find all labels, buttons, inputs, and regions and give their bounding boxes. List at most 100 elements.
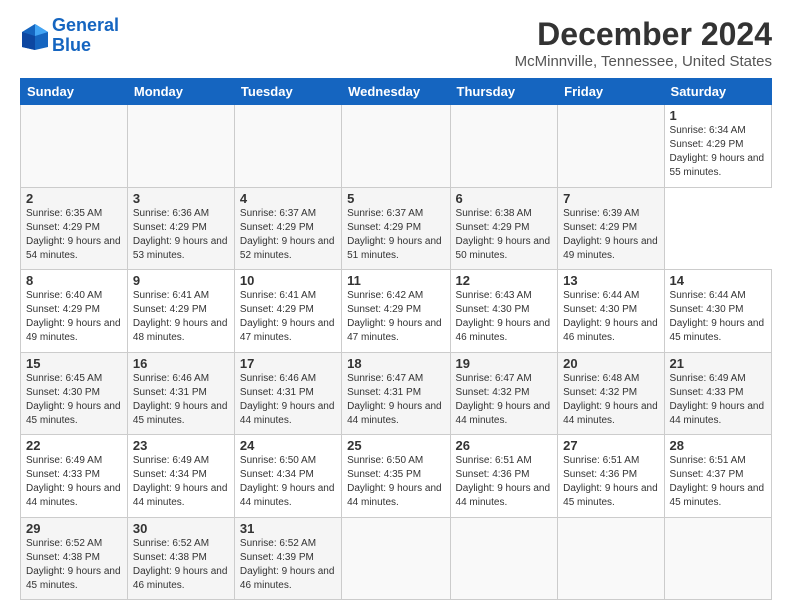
- header: General Blue December 2024 McMinnville, …: [20, 16, 772, 70]
- day-number: 31: [240, 521, 336, 536]
- calendar-cell: 5 Sunrise: 6:37 AMSunset: 4:29 PMDaylight…: [342, 187, 450, 270]
- logo-text: General Blue: [52, 16, 119, 56]
- calendar-week: 15Sunrise: 6:45 AMSunset: 4:30 PMDayligh…: [21, 352, 772, 435]
- day-info: Sunrise: 6:49 AMSunset: 4:33 PMDaylight:…: [670, 373, 765, 426]
- day-number: 8: [26, 273, 122, 288]
- calendar-cell: 6Sunrise: 6:38 AMSunset: 4:29 PMDaylight…: [450, 187, 558, 270]
- header-day: Monday: [127, 79, 234, 105]
- header-day: Sunday: [21, 79, 128, 105]
- logo-icon: [20, 22, 48, 50]
- calendar-cell: 10 Sunrise: 6:41 AMSunset: 4:29 PMDayligh…: [234, 270, 341, 353]
- calendar-cell: 16 Sunrise: 6:46 AMSunset: 4:31 PMDayligh…: [127, 352, 234, 435]
- day-number: 14: [670, 273, 766, 288]
- calendar-cell: 18Sunrise: 6:47 AMSunset: 4:31 PMDayligh…: [342, 352, 450, 435]
- day-number: 22: [26, 438, 122, 453]
- calendar-cell: 23Sunrise: 6:49 AMSunset: 4:34 PMDayligh…: [127, 435, 234, 518]
- calendar-cell: 20Sunrise: 6:48 AMSunset: 4:32 PMDayligh…: [558, 352, 664, 435]
- header-row: SundayMondayTuesdayWednesdayThursdayFrid…: [21, 79, 772, 105]
- header-day: Thursday: [450, 79, 558, 105]
- day-number: 12: [456, 273, 553, 288]
- day-info: Sunrise: 6:52 AMSunset: 4:39 PMDaylight:…: [240, 538, 335, 591]
- calendar-cell: 28 Sunrise: 6:51 AMSunset: 4:37 PMDayligh…: [664, 435, 771, 518]
- calendar-cell: 2 Sunrise: 6:35 AMSunset: 4:29 PMDaylight…: [21, 187, 128, 270]
- day-number: 27: [563, 438, 658, 453]
- day-info: Sunrise: 6:41 AMSunset: 4:29 PMDaylight:…: [133, 290, 228, 343]
- day-number: 24: [240, 438, 336, 453]
- day-number: 2: [26, 191, 122, 206]
- empty-cell: [21, 105, 128, 188]
- day-info: Sunrise: 6:44 AMSunset: 4:30 PMDaylight:…: [563, 290, 658, 343]
- subtitle: McMinnville, Tennessee, United States: [515, 53, 772, 70]
- day-info: Sunrise: 6:34 AMSunset: 4:29 PMDaylight:…: [670, 125, 765, 178]
- calendar-cell: 13 Sunrise: 6:44 AMSunset: 4:30 PMDayligh…: [558, 270, 664, 353]
- day-info: Sunrise: 6:41 AMSunset: 4:29 PMDaylight:…: [240, 290, 335, 343]
- logo-line2: Blue: [52, 35, 91, 55]
- day-number: 13: [563, 273, 658, 288]
- calendar-cell: 31 Sunrise: 6:52 AMSunset: 4:39 PMDayligh…: [234, 517, 341, 600]
- day-number: 26: [456, 438, 553, 453]
- calendar-cell: [558, 517, 664, 600]
- day-info: Sunrise: 6:37 AMSunset: 4:29 PMDaylight:…: [347, 208, 442, 261]
- calendar-cell: 26 Sunrise: 6:51 AMSunset: 4:36 PMDayligh…: [450, 435, 558, 518]
- day-info: Sunrise: 6:35 AMSunset: 4:29 PMDaylight:…: [26, 208, 121, 261]
- day-info: Sunrise: 6:49 AMSunset: 4:33 PMDaylight:…: [26, 455, 121, 508]
- day-info: Sunrise: 6:47 AMSunset: 4:32 PMDaylight:…: [456, 373, 551, 426]
- calendar-cell: 1Sunrise: 6:34 AMSunset: 4:29 PMDaylight…: [664, 105, 771, 188]
- day-info: Sunrise: 6:52 AMSunset: 4:38 PMDaylight:…: [133, 538, 228, 591]
- calendar-cell: 25Sunrise: 6:50 AMSunset: 4:35 PMDayligh…: [342, 435, 450, 518]
- day-number: 23: [133, 438, 229, 453]
- calendar-cell: [664, 517, 771, 600]
- calendar-table: SundayMondayTuesdayWednesdayThursdayFrid…: [20, 78, 772, 600]
- day-number: 4: [240, 191, 336, 206]
- calendar-page: General Blue December 2024 McMinnville, …: [0, 0, 792, 612]
- calendar-week: 2 Sunrise: 6:35 AMSunset: 4:29 PMDaylight…: [21, 187, 772, 270]
- day-info: Sunrise: 6:51 AMSunset: 4:36 PMDaylight:…: [563, 455, 658, 508]
- calendar-week: 29 Sunrise: 6:52 AMSunset: 4:38 PMDayligh…: [21, 517, 772, 600]
- day-info: Sunrise: 6:45 AMSunset: 4:30 PMDaylight:…: [26, 373, 121, 426]
- calendar-cell: [450, 517, 558, 600]
- day-info: Sunrise: 6:46 AMSunset: 4:31 PMDaylight:…: [133, 373, 228, 426]
- day-number: 16: [133, 356, 229, 371]
- day-number: 10: [240, 273, 336, 288]
- day-info: Sunrise: 6:51 AMSunset: 4:37 PMDaylight:…: [670, 455, 765, 508]
- calendar-cell: 9 Sunrise: 6:41 AMSunset: 4:29 PMDaylight…: [127, 270, 234, 353]
- calendar-cell: 21Sunrise: 6:49 AMSunset: 4:33 PMDayligh…: [664, 352, 771, 435]
- empty-cell: [450, 105, 558, 188]
- calendar-cell: 30 Sunrise: 6:52 AMSunset: 4:38 PMDayligh…: [127, 517, 234, 600]
- day-number: 29: [26, 521, 122, 536]
- header-day: Tuesday: [234, 79, 341, 105]
- day-info: Sunrise: 6:51 AMSunset: 4:36 PMDaylight:…: [456, 455, 551, 508]
- day-info: Sunrise: 6:38 AMSunset: 4:29 PMDaylight:…: [456, 208, 551, 261]
- empty-cell: [127, 105, 234, 188]
- calendar-cell: 12Sunrise: 6:43 AMSunset: 4:30 PMDayligh…: [450, 270, 558, 353]
- calendar-cell: [342, 517, 450, 600]
- day-number: 30: [133, 521, 229, 536]
- empty-cell: [558, 105, 664, 188]
- calendar-cell: 24Sunrise: 6:50 AMSunset: 4:34 PMDayligh…: [234, 435, 341, 518]
- logo: General Blue: [20, 16, 119, 56]
- day-number: 17: [240, 356, 336, 371]
- calendar-week: 1Sunrise: 6:34 AMSunset: 4:29 PMDaylight…: [21, 105, 772, 188]
- day-info: Sunrise: 6:36 AMSunset: 4:29 PMDaylight:…: [133, 208, 228, 261]
- calendar-week: 22 Sunrise: 6:49 AMSunset: 4:33 PMDayligh…: [21, 435, 772, 518]
- calendar-cell: 11 Sunrise: 6:42 AMSunset: 4:29 PMDayligh…: [342, 270, 450, 353]
- logo-line1: General: [52, 15, 119, 35]
- day-number: 7: [563, 191, 658, 206]
- calendar-cell: 15Sunrise: 6:45 AMSunset: 4:30 PMDayligh…: [21, 352, 128, 435]
- day-info: Sunrise: 6:50 AMSunset: 4:35 PMDaylight:…: [347, 455, 442, 508]
- calendar-cell: 29 Sunrise: 6:52 AMSunset: 4:38 PMDayligh…: [21, 517, 128, 600]
- day-number: 18: [347, 356, 444, 371]
- day-number: 28: [670, 438, 766, 453]
- day-info: Sunrise: 6:40 AMSunset: 4:29 PMDaylight:…: [26, 290, 121, 343]
- calendar-cell: 8 Sunrise: 6:40 AMSunset: 4:29 PMDaylight…: [21, 270, 128, 353]
- day-info: Sunrise: 6:42 AMSunset: 4:29 PMDaylight:…: [347, 290, 442, 343]
- calendar-cell: 4Sunrise: 6:37 AMSunset: 4:29 PMDaylight…: [234, 187, 341, 270]
- header-day: Wednesday: [342, 79, 450, 105]
- day-number: 20: [563, 356, 658, 371]
- day-info: Sunrise: 6:52 AMSunset: 4:38 PMDaylight:…: [26, 538, 121, 591]
- day-number: 5: [347, 191, 444, 206]
- day-number: 9: [133, 273, 229, 288]
- day-number: 11: [347, 273, 444, 288]
- calendar-cell: 22 Sunrise: 6:49 AMSunset: 4:33 PMDayligh…: [21, 435, 128, 518]
- empty-cell: [234, 105, 341, 188]
